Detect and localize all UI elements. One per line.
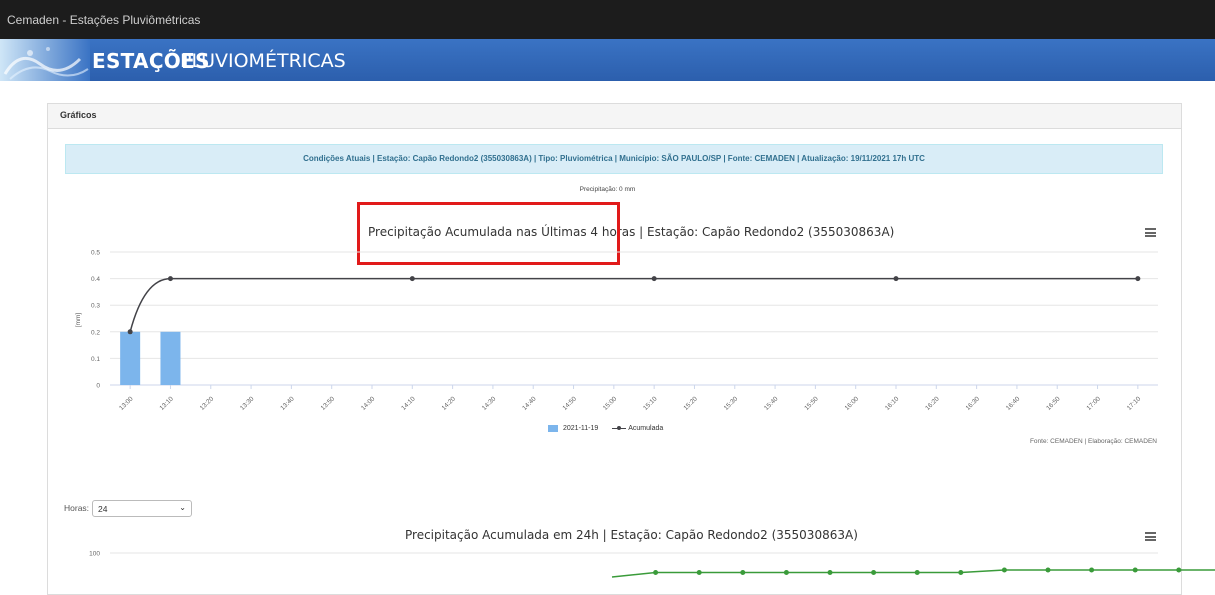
line-point [1045, 567, 1051, 573]
line-point [1001, 567, 1007, 573]
line-point [653, 570, 659, 575]
line-point [783, 570, 789, 575]
line-point [696, 570, 702, 575]
line-point [1176, 567, 1182, 573]
line-point [958, 570, 964, 575]
line-point [1132, 567, 1138, 573]
y-tick-label: 100 [89, 551, 100, 558]
line-point [827, 570, 833, 575]
accumulated-24h-line [611, 569, 1215, 578]
line-point [871, 570, 877, 575]
line-point [740, 570, 746, 575]
line-point [914, 570, 920, 575]
line-point [1089, 567, 1095, 573]
chart2-plot: 100 [89, 551, 1215, 578]
